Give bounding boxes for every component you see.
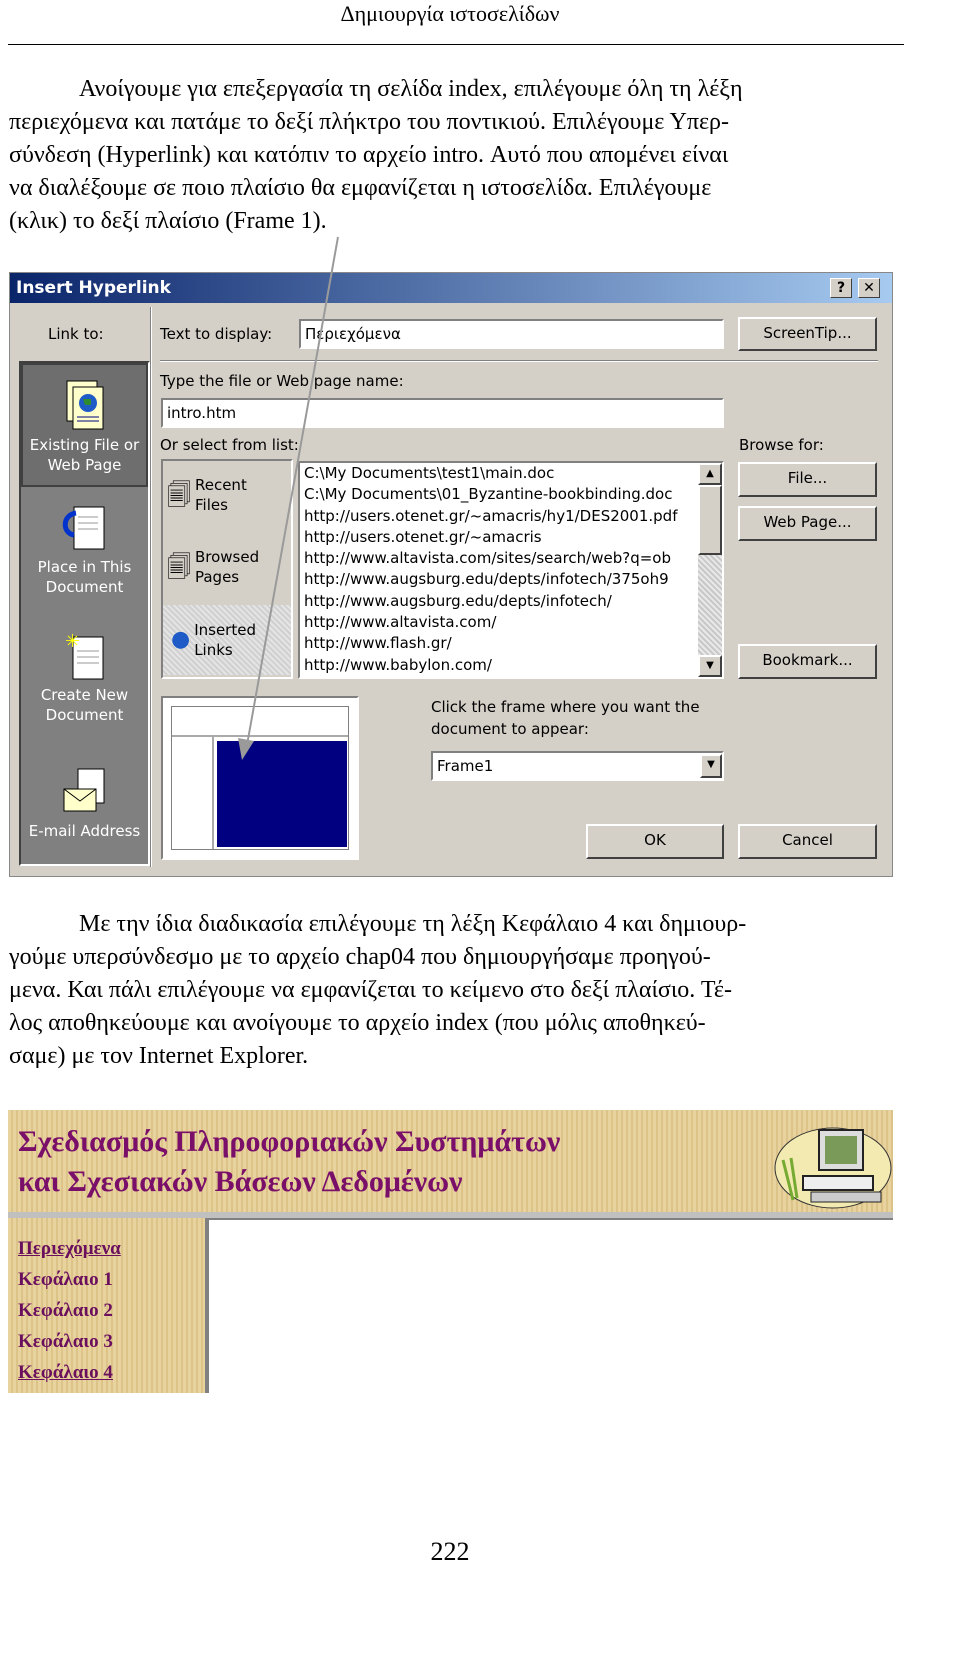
- page-number: 222: [430, 1537, 470, 1566]
- line: σαμε) με τον Internet Explorer.: [9, 1043, 309, 1069]
- line: λος αποθηκεύουμε και ανοίγουμε το αρχείο…: [9, 1010, 706, 1036]
- callout-arrow: [238, 236, 339, 760]
- nav-link-chapter-1[interactable]: Κεφάλαιο 1: [18, 1269, 113, 1291]
- line: γούμε υπερσύνδεσμο με το αρχείο chap04 π…: [9, 944, 711, 970]
- line: Με την ίδια διαδικασία επιλέγουμε τη λέξ…: [79, 911, 747, 937]
- site-title-line: Σχεδιασμός Πληροφοριακών Συστημάτων: [18, 1125, 561, 1158]
- line: μενα. Και πάλι επιλέγουμε να εμφανίζεται…: [9, 977, 732, 1003]
- nav-link-contents[interactable]: Περιεχόμενα: [18, 1238, 121, 1260]
- paragraph-2: Με την ίδια διαδικασία επιλέγουμε τη λέξ…: [9, 908, 893, 1073]
- computer-clipart-icon: [774, 1127, 892, 1209]
- nav-link-chapter-2[interactable]: Κεφάλαιο 2: [18, 1300, 113, 1322]
- site-nav-frame: Περιεχόμενα Κεφάλαιο 1 Κεφάλαιο 2 Κεφάλα…: [8, 1218, 209, 1393]
- nav-link-chapter-3[interactable]: Κεφάλαιο 3: [18, 1331, 113, 1353]
- site-title-line: και Σχεσιακών Βάσεων Δεδομένων: [18, 1165, 463, 1198]
- website-screenshot: Σχεδιασμός Πληροφοριακών Συστημάτων και …: [8, 1110, 893, 1393]
- nav-link-chapter-4[interactable]: Κεφάλαιο 4: [18, 1362, 113, 1384]
- site-header-frame: Σχεδιασμός Πληροφοριακών Συστημάτων και …: [8, 1110, 893, 1212]
- book-page: Δημιουργία ιστοσελίδων Ανοίγουμε για επε…: [0, 0, 960, 1663]
